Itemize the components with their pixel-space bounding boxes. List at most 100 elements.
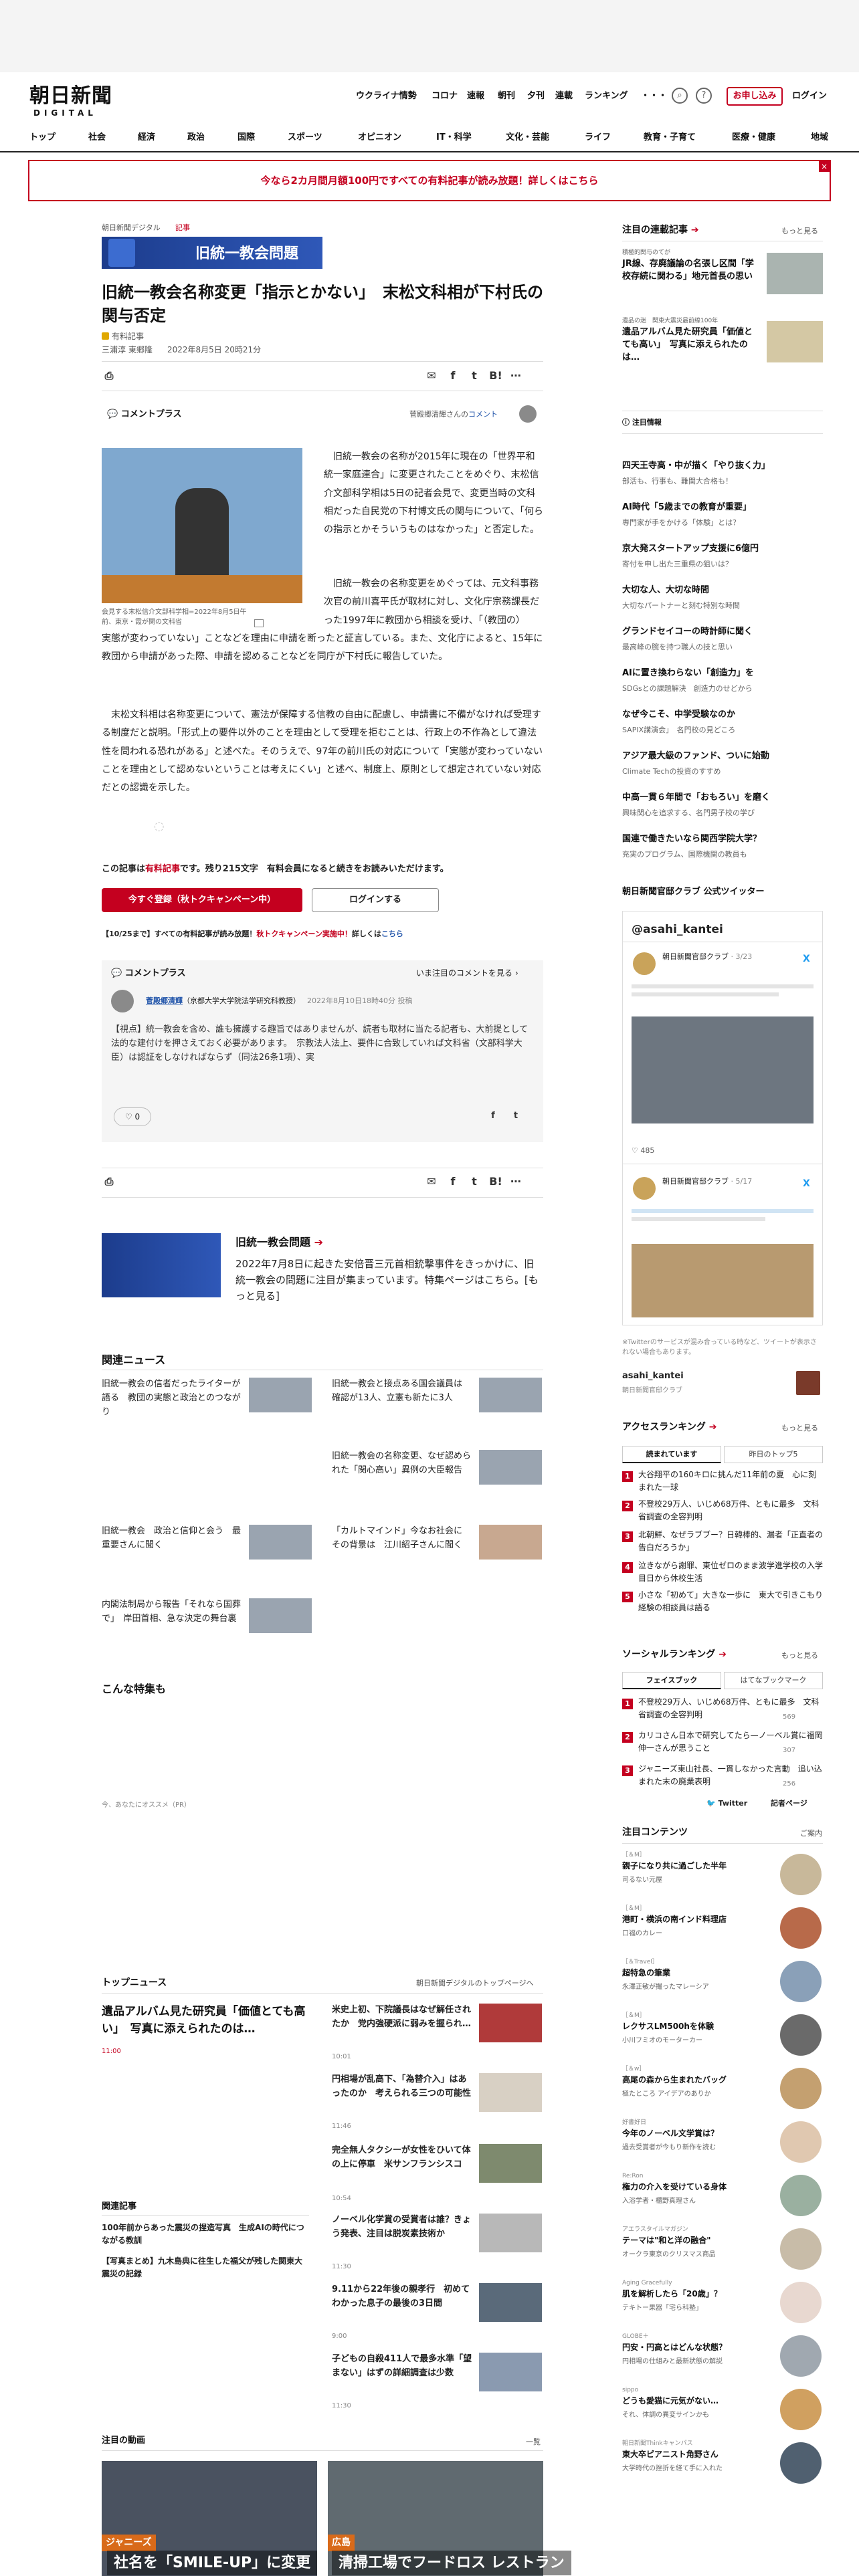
top-news-more-link[interactable]: 朝日新聞デジタルのトップページへ — [416, 1978, 534, 1990]
tab-social-hatena[interactable]: はてなブックマーク — [724, 1672, 823, 1689]
content-thumb[interactable] — [780, 2014, 822, 2056]
util-link-more[interactable]: ・・・ — [641, 90, 667, 103]
top-news-item-6[interactable]: 子どもの自殺411人で最多水準「望まない」はずの詳細調査は少数 — [332, 2353, 472, 2381]
related-thumb-5[interactable] — [479, 1525, 542, 1560]
access-ranking-heading[interactable]: アクセスランキング ➔ — [622, 1420, 717, 1434]
close-icon[interactable]: × — [819, 161, 830, 172]
avatar[interactable] — [633, 952, 656, 975]
content-title[interactable]: 東大卒ピアニスト角野さん — [622, 2449, 769, 2460]
attention-item-8[interactable]: アジア最大級のファンド、ついに始動 — [622, 750, 823, 763]
more-share-icon[interactable]: ⋯ — [508, 1174, 523, 1189]
avatar[interactable] — [111, 990, 134, 1012]
content-thumb[interactable] — [780, 2068, 822, 2109]
attention-item-6[interactable]: AIに置き換わらない「創造力」を — [622, 667, 823, 680]
attention-item-9[interactable]: 中高一貫６年間で「おもろい」を磨く — [622, 792, 823, 804]
feature-title-text[interactable]: 旧統一教会問題 — [235, 1236, 310, 1249]
content-title[interactable]: テーマは"和と洋の融合" — [622, 2235, 769, 2246]
search-icon[interactable]: ⌕ — [672, 88, 688, 104]
nav-culture[interactable]: 文化・芸能 — [506, 131, 549, 144]
feature-title[interactable]: 旧統一教会問題 ➔ — [235, 1235, 323, 1251]
twitter-footer-name[interactable]: asahi_kantei — [622, 1370, 684, 1384]
nav-top[interactable]: トップ — [29, 131, 56, 144]
series-heading[interactable]: 注目の連載記事 ➔ — [622, 223, 699, 237]
series-thumb-2[interactable] — [767, 321, 823, 362]
content-title[interactable]: 肌を解析したら「20歳」？ — [622, 2288, 769, 2300]
top-news-main-title[interactable]: 遺品アルバム見た研究員「価値とても高い」 写真に添えられたのは… — [102, 2004, 309, 2038]
attention-item-7[interactable]: なぜ今こそ、中学受験なのか — [622, 709, 823, 722]
related-thumb-1[interactable] — [249, 1378, 312, 1412]
nav-health[interactable]: 医療・健康 — [732, 131, 775, 144]
campaign-here-link[interactable]: こちら — [381, 930, 403, 938]
util-link-ukraine[interactable]: ウクライナ情勢 — [356, 90, 417, 103]
util-link-sokuho[interactable]: 速報 — [467, 90, 484, 103]
content-thumb[interactable] — [780, 2228, 822, 2270]
campaign-banner-text[interactable]: 今なら2カ月間月額100円ですべての有料記事が読み放題！詳しくはこちら — [28, 173, 831, 189]
tab-access-yesterday[interactable]: 昨日のトップ5 — [724, 1446, 823, 1463]
avatar[interactable] — [633, 1177, 656, 1200]
content-title[interactable]: 権力の介入を受けている身体 — [622, 2181, 769, 2193]
register-button[interactable]: 今すぐ登録（秋トクキャンペーン中） — [102, 888, 302, 912]
comment-more-text[interactable]: いま注目のコメントを見る — [416, 968, 512, 978]
content-thumb[interactable] — [780, 2442, 822, 2484]
nav-economy[interactable]: 経済 — [138, 131, 155, 144]
content-title[interactable]: どうも愛猫に元気がない… — [622, 2395, 769, 2407]
series-heading-text[interactable]: 注目の連載記事 — [622, 225, 688, 235]
expand-photo-icon[interactable] — [254, 619, 264, 627]
x-logo-icon[interactable]: X — [803, 1177, 810, 1191]
related-item-5[interactable]: 「カルトマインド」今なお社会に その背景は 江川紹子さんに聞く — [332, 1525, 472, 1553]
hatena-bookmark-icon[interactable]: B! — [488, 1174, 503, 1189]
contents-more-link[interactable]: ご案内 — [800, 1828, 822, 1840]
login-link[interactable]: ログイン — [792, 90, 827, 103]
breadcrumb-home[interactable]: 朝日新聞デジタル — [102, 223, 161, 234]
heart-icon[interactable]: ♡ — [632, 1146, 638, 1155]
util-link-evening[interactable]: 夕刊 — [527, 90, 545, 103]
access-rank-5[interactable]: 小さな「初めて」大きな一歩に 東大で引きこもり経験の相談員は語る — [638, 1589, 823, 1614]
twitter-icon[interactable]: t — [467, 368, 482, 383]
top-news-thumb-5[interactable] — [479, 2283, 542, 2322]
breadcrumb-article[interactable]: 記事 — [175, 223, 190, 234]
related-thumb-6[interactable] — [249, 1598, 312, 1633]
login-button[interactable]: ログインする — [312, 888, 439, 912]
kanren-item-2[interactable]: 【写真まとめ】九木島典に往生した福父が残した関東大震災の記録 — [102, 2255, 309, 2280]
util-link-corona[interactable]: コロナ — [432, 90, 458, 103]
attention-item-10[interactable]: 国連で働きたいなら関西学院大学？ — [622, 833, 823, 846]
social-follow[interactable]: 🐦 Twitter — [706, 1798, 747, 1810]
series-item-2-title[interactable]: 遺品アルバム見た研究員「価値とても高い」 写真に添えられたのは… — [622, 326, 756, 364]
tweet-2-author-name[interactable]: 朝日新聞官邸クラブ — [662, 1177, 729, 1186]
nav-opinion[interactable]: オピニオン — [358, 131, 401, 144]
content-thumb[interactable] — [780, 1961, 822, 2002]
like-button[interactable]: ♡ 0 — [114, 1107, 151, 1126]
top-news-thumb-4[interactable] — [479, 2214, 542, 2252]
tweet-1-author[interactable]: 朝日新聞官邸クラブ · 3/23 — [662, 951, 752, 963]
top-news-item-2[interactable]: 円相場が乱高下、「為替介入」はあったのか 考えられる三つの可能性 — [332, 2073, 472, 2101]
content-thumb[interactable] — [780, 1907, 822, 1949]
campaign-link[interactable]: 秋トクキャンペーン実施中！ — [256, 930, 351, 938]
content-thumb[interactable] — [780, 2175, 822, 2216]
social-ranking-heading[interactable]: ソーシャルランキング ➔ — [622, 1648, 727, 1662]
top-news-item-1[interactable]: 米史上初、下院議長はなぜ解任されたか 党内強硬派に弱みを握られ… — [332, 2004, 472, 2032]
access-more-link[interactable]: もっと見る — [781, 1423, 818, 1434]
print-icon[interactable]: ⎙ — [102, 368, 116, 383]
paywall-paid-link[interactable]: 有料記事 — [145, 864, 180, 874]
video-caption-2[interactable]: 清掃工場でフードロス レストラン — [332, 2551, 571, 2575]
nav-sports[interactable]: スポーツ — [288, 131, 322, 144]
access-ranking-heading-text[interactable]: アクセスランキング — [622, 1422, 706, 1432]
util-link-series[interactable]: 連載 — [555, 90, 573, 103]
attention-item-4[interactable]: 大切な人、大切な時間 — [622, 584, 823, 597]
commenter-name[interactable]: 菅殿郷清輝 — [146, 996, 183, 1005]
util-link-ranking[interactable]: ランキング — [585, 90, 628, 103]
social-follow-twitter[interactable]: Twitter — [719, 1799, 748, 1808]
tweet-1-author-name[interactable]: 朝日新聞官邸クラブ — [662, 952, 729, 961]
feature-image[interactable] — [102, 1233, 221, 1297]
nav-politics[interactable]: 政治 — [187, 131, 205, 144]
access-rank-1[interactable]: 大谷翔平の160キロに挑んだ11年前の夏 心に刻まれた一球 — [638, 1469, 823, 1493]
twitter-footer-avatar[interactable] — [796, 1371, 820, 1395]
tab-access-reading[interactable]: 読まれています — [622, 1446, 721, 1463]
commenter-comment-link[interactable]: コメント — [468, 410, 498, 419]
nav-region[interactable]: 地域 — [811, 131, 828, 144]
mail-icon[interactable]: ✉ — [424, 368, 439, 383]
article-author[interactable]: 三浦淳 東郷隆 — [102, 344, 153, 356]
social-more-link[interactable]: もっと見る — [781, 1650, 818, 1662]
hatena-bookmark-icon[interactable]: B! — [488, 368, 503, 383]
related-item-6[interactable]: 内閣法制局から報告「それなら国葬で」 岸田首相、急な決定の舞台裏 — [102, 1598, 242, 1626]
